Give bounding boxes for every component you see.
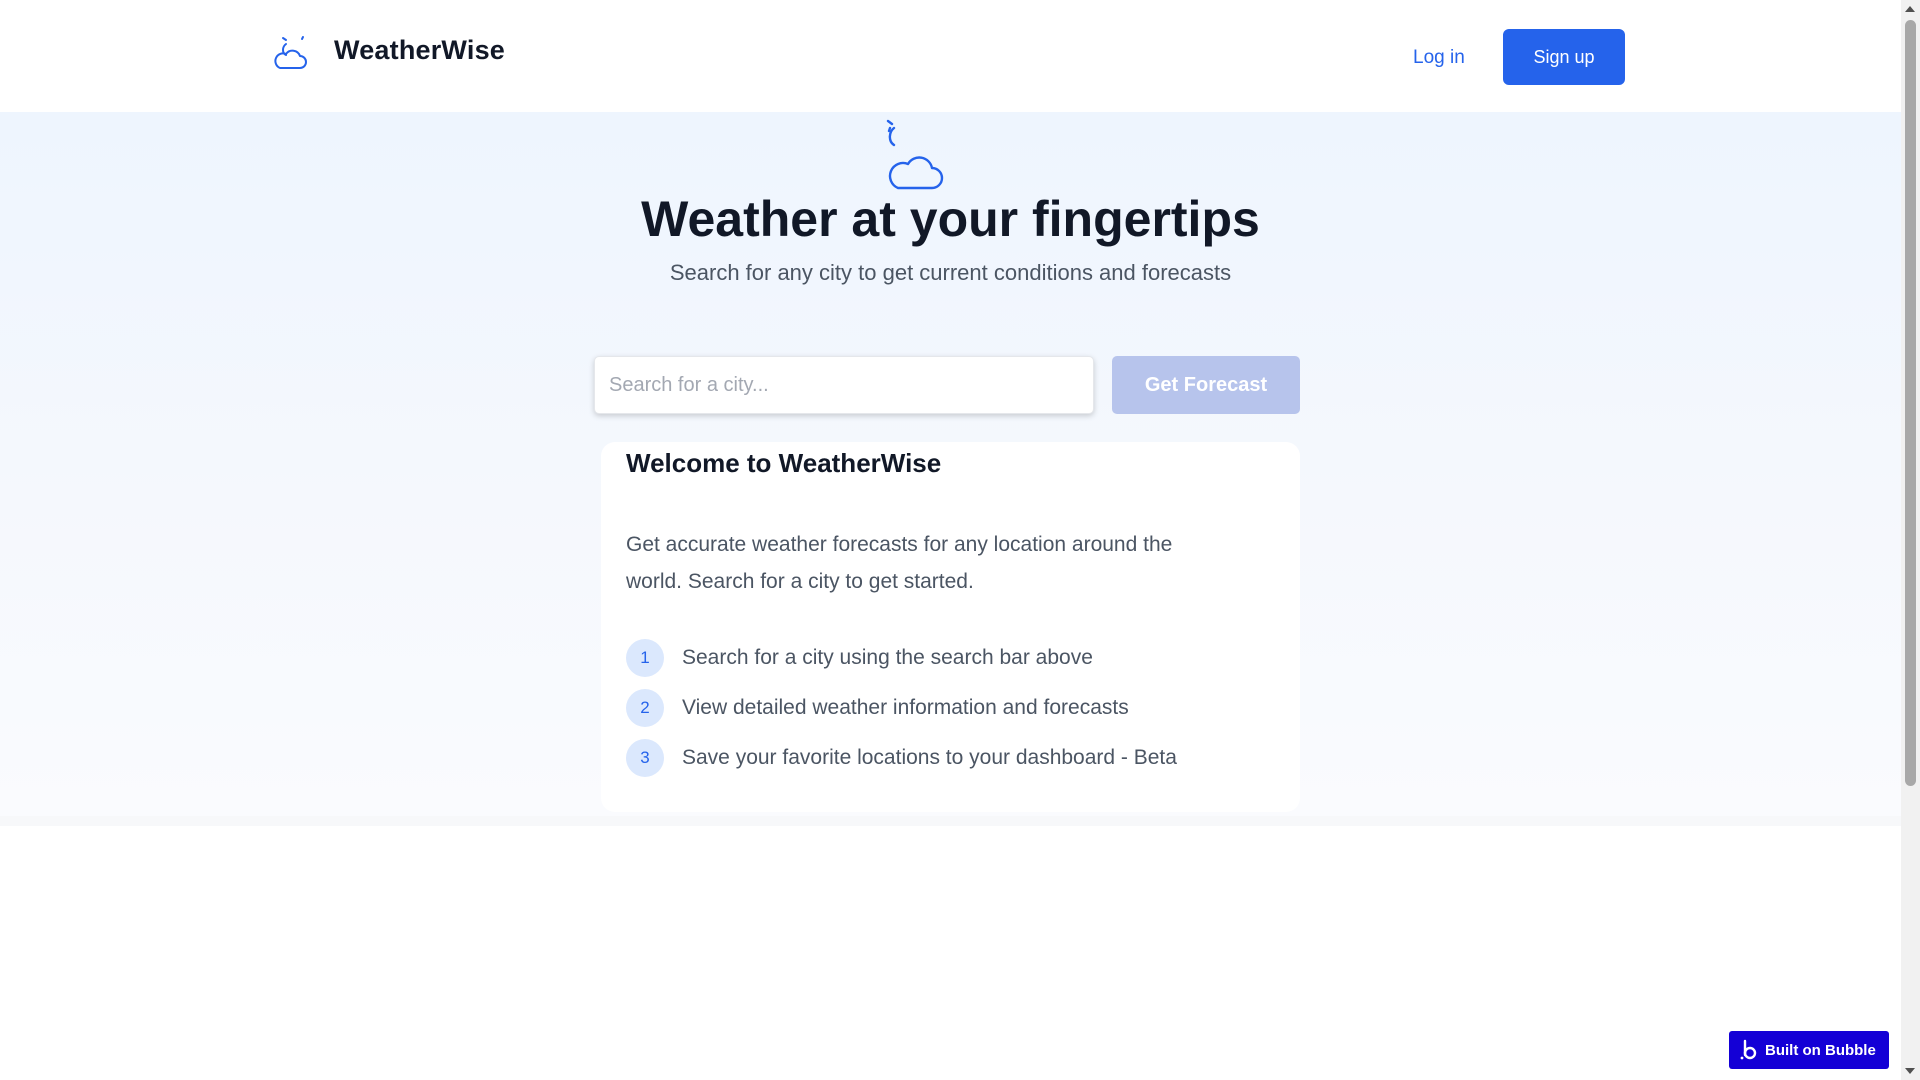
login-link[interactable]: Log in	[1413, 47, 1465, 69]
top-navbar: WeatherWise Log in Sign up	[0, 0, 1901, 112]
cloud-moon-icon	[884, 118, 948, 192]
hero-subtitle: Search for any city to get current condi…	[669, 260, 1232, 285]
hero-title: Weather at your fingertips	[641, 191, 1260, 247]
step-number-badge: 1	[626, 639, 664, 677]
scroll-down-icon[interactable]	[1905, 1068, 1915, 1074]
welcome-title: Welcome to WeatherWise	[626, 448, 942, 478]
welcome-description: Get accurate weather forecasts for any l…	[626, 533, 1173, 593]
brand-name: WeatherWise	[334, 34, 506, 65]
step-number-badge: 2	[626, 689, 664, 727]
step-text: Search for a city using the search bar a…	[682, 646, 1093, 669]
bubble-logo-icon	[1739, 1039, 1759, 1061]
section-divider	[0, 816, 1901, 826]
built-on-bubble-badge[interactable]: Built on Bubble	[1729, 1031, 1889, 1069]
list-item: 3 Save your favorite locations to your d…	[626, 739, 1177, 777]
welcome-card: Welcome to WeatherWise Get accurate weat…	[601, 442, 1300, 812]
list-item: 2 View detailed weather information and …	[626, 689, 1177, 727]
cloud-moon-icon	[272, 28, 308, 72]
list-item: 1 Search for a city using the search bar…	[626, 639, 1177, 677]
step-text: View detailed weather information and fo…	[682, 696, 1129, 719]
step-number-badge: 3	[626, 739, 664, 777]
scroll-up-icon[interactable]	[1905, 6, 1915, 12]
city-search-input[interactable]	[594, 356, 1094, 414]
badge-label: Built on Bubble	[1765, 1041, 1876, 1059]
brand-logo-link[interactable]: WeatherWise	[272, 28, 505, 72]
page-scrollbar[interactable]	[1901, 0, 1920, 1080]
signup-button[interactable]: Sign up	[1503, 29, 1625, 85]
step-text: Save your favorite locations to your das…	[682, 746, 1177, 769]
get-forecast-button[interactable]: Get Forecast	[1112, 356, 1300, 414]
scrollbar-thumb[interactable]	[1905, 20, 1916, 786]
steps-list: 1 Search for a city using the search bar…	[626, 639, 1177, 789]
